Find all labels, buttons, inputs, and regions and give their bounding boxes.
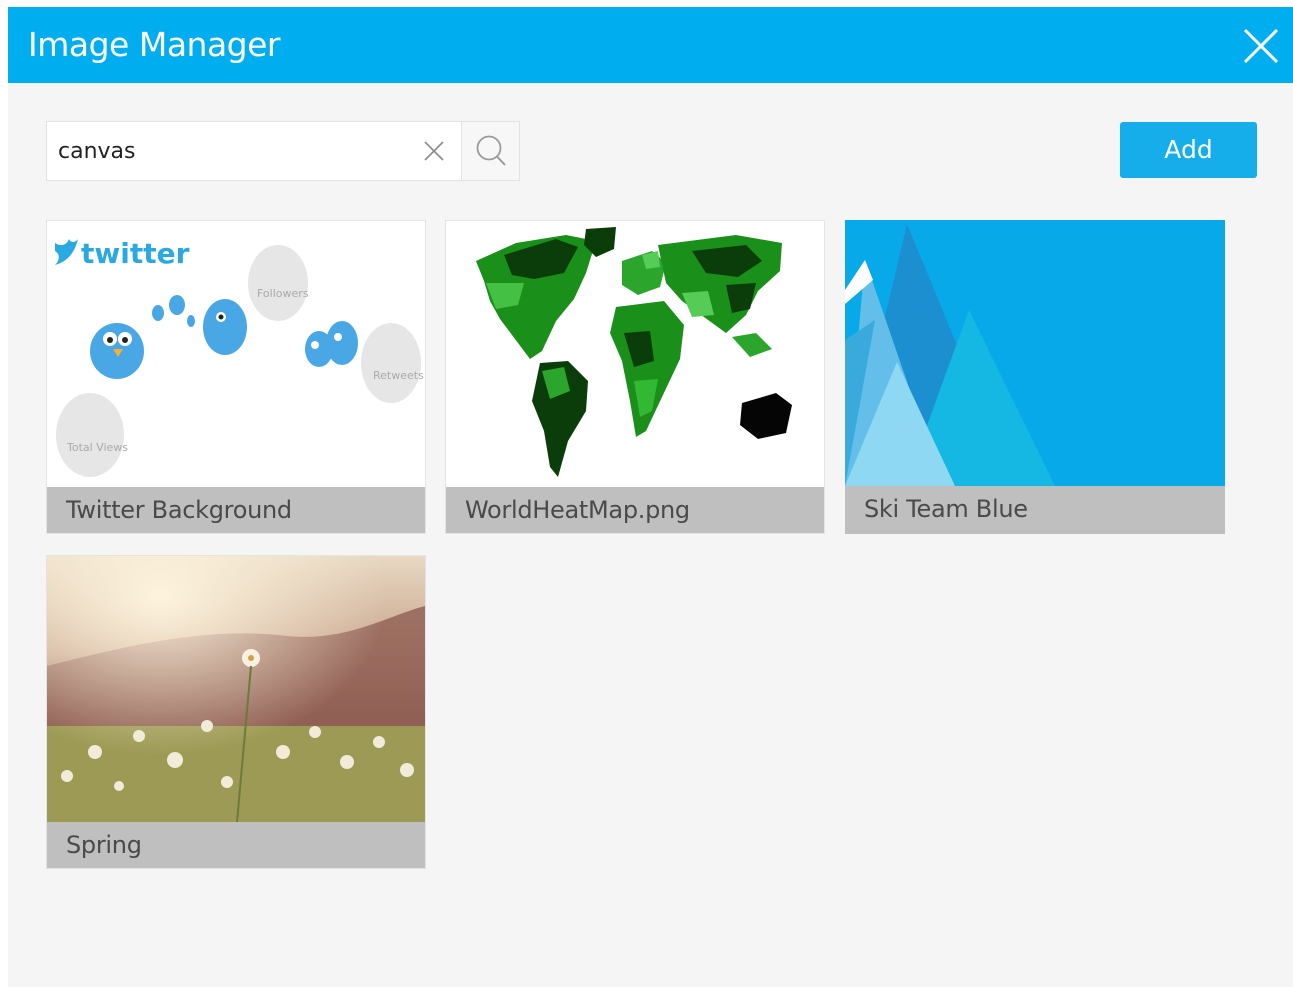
image-caption: Ski Team Blue — [845, 486, 1225, 534]
image-thumbnail — [446, 221, 824, 487]
search-input[interactable] — [47, 122, 417, 180]
image-tile-worldheatmap[interactable]: WorldHeatMap.png — [445, 220, 825, 534]
svg-text:twitter: twitter — [81, 237, 190, 270]
clear-search-button[interactable] — [423, 140, 445, 162]
dialog-titlebar: Image Manager — [8, 7, 1293, 83]
search-icon — [476, 135, 506, 166]
image-manager-dialog: Image Manager Add — [8, 7, 1293, 987]
spring-thumbnail-art — [47, 556, 425, 822]
svg-text:Total Views: Total Views — [66, 441, 128, 454]
image-caption: Twitter Background — [47, 487, 425, 533]
svg-text:Followers: Followers — [257, 287, 309, 300]
image-thumbnail — [845, 220, 1225, 486]
image-caption: Spring — [47, 822, 425, 868]
twitter-thumbnail-art: twitter Followers Retweets Total Views — [47, 221, 425, 487]
close-icon — [1243, 28, 1279, 64]
clear-icon — [424, 141, 444, 161]
image-tile-spring[interactable]: Spring — [46, 555, 426, 869]
add-button[interactable]: Add — [1120, 122, 1257, 178]
image-tile-ski-team-blue[interactable]: Ski Team Blue — [845, 220, 1225, 534]
ski-team-thumbnail-art — [845, 220, 1225, 486]
search-button[interactable] — [461, 122, 519, 180]
image-thumbnail: twitter Followers Retweets Total Views — [47, 221, 425, 487]
image-tile-twitter-background[interactable]: twitter Followers Retweets Total Views T… — [46, 220, 426, 534]
world-map-thumbnail-art — [446, 221, 824, 487]
search-box — [46, 121, 520, 181]
dialog-title: Image Manager — [28, 25, 281, 64]
close-button[interactable] — [1242, 27, 1280, 65]
svg-text:Retweets: Retweets — [373, 369, 424, 382]
image-caption: WorldHeatMap.png — [446, 487, 824, 533]
image-thumbnail — [47, 556, 425, 822]
